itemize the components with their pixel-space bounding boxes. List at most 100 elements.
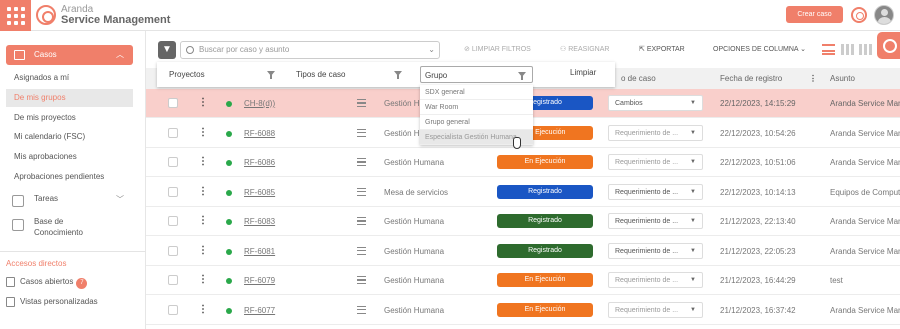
filter-toggle-button[interactable]: ▼	[158, 41, 176, 59]
clear-filters-button[interactable]: ⊘ LIMPIAR FILTROS	[464, 45, 531, 53]
filter-grupo[interactable]: Grupo	[420, 66, 533, 83]
search-input[interactable]: Buscar por caso y asunto ⌄	[180, 41, 440, 59]
table-row[interactable]: ⋮ RF-6081 Gestión Humana Registrado Requerim…	[146, 236, 900, 266]
row-menu-icon[interactable]: ⋮	[198, 186, 208, 198]
dropdown-option[interactable]: Grupo general	[420, 115, 533, 130]
row-menu-icon[interactable]: ⋮	[198, 245, 208, 257]
row-checkbox[interactable]	[168, 245, 178, 256]
grid-view-icon[interactable]	[841, 44, 854, 55]
sidebar-item-mis-aprobaciones[interactable]: Mis aprobaciones	[6, 148, 133, 166]
details-icon[interactable]	[357, 187, 366, 196]
sidebar-group-tareas[interactable]: Tareas ﹀	[6, 194, 133, 207]
case-type-value: Requerimiento de ...	[615, 188, 679, 196]
chevron-down-icon[interactable]: ⌄	[428, 42, 435, 58]
case-type-value: Requerimiento de ...	[615, 129, 679, 137]
table-row[interactable]: ⋮ RF-6079 Gestión Humana En Ejecución Requer…	[146, 266, 900, 295]
shortcut-vistas-personalizadas[interactable]: Vistas personalizadas	[6, 297, 98, 307]
row-menu-icon[interactable]: ⋮	[198, 127, 208, 139]
details-icon[interactable]	[357, 217, 366, 225]
case-id-link[interactable]: RF-6077	[244, 306, 275, 315]
row-checkbox[interactable]	[168, 127, 178, 138]
filter-proyectos[interactable]: Proyectos	[169, 66, 281, 83]
details-icon[interactable]	[357, 276, 366, 284]
case-id-link[interactable]: RF-6086	[244, 158, 275, 167]
column-header-registered[interactable]: Fecha de registro	[720, 74, 782, 83]
row-checkbox[interactable]	[168, 304, 178, 315]
filter-icon	[394, 71, 402, 79]
sidebar-item-aprobaciones-pendientes[interactable]: Aprobaciones pendientes	[6, 168, 133, 186]
sidebar-section-casos[interactable]: Casos ︿	[6, 45, 133, 65]
subject-cell: Arandа Service Management	[830, 128, 900, 138]
column-header-subject[interactable]: Asunto	[830, 74, 855, 83]
case-id-link[interactable]: RF-6088	[244, 129, 275, 138]
case-type-select[interactable]: Requerimiento de ... ▼	[608, 272, 703, 288]
filter-clear-button[interactable]: Limpiar	[570, 68, 596, 77]
column-options-button[interactable]: OPCIONES DE COLUMNA ⌄	[713, 45, 806, 53]
case-type-select[interactable]: Requerimiento de ... ▼	[608, 183, 703, 200]
status-dot	[226, 307, 232, 314]
details-icon[interactable]	[357, 158, 366, 166]
board-view-icon[interactable]	[859, 44, 872, 55]
apps-grid-icon[interactable]	[0, 0, 31, 31]
table-row[interactable]: ⋮ RF-6086 Gestión Humana En Ejecución Requer…	[146, 148, 900, 177]
details-icon[interactable]	[357, 246, 366, 255]
case-id-link[interactable]: CH-8(d))	[244, 99, 275, 108]
assistant-tab-icon[interactable]	[877, 32, 900, 59]
row-checkbox[interactable]	[168, 98, 178, 108]
export-button[interactable]: ⇱ EXPORTAR	[639, 45, 685, 53]
sidebar-item-de-mis-proyectos[interactable]: De mis proyectos	[6, 109, 133, 127]
document-icon	[6, 277, 15, 287]
sidebar-group-knowledge-base[interactable]: Base de Conocimiento	[6, 216, 133, 238]
create-case-button[interactable]: Crear caso	[786, 6, 843, 23]
column-menu-icon[interactable]: ⋮	[809, 74, 817, 83]
row-checkbox[interactable]	[168, 186, 178, 197]
details-icon[interactable]	[357, 305, 366, 314]
case-id-link[interactable]: RF-6081	[244, 247, 275, 256]
status-dot	[226, 101, 232, 107]
details-icon[interactable]	[357, 128, 366, 137]
row-menu-icon[interactable]: ⋮	[198, 304, 208, 316]
reassign-button[interactable]: ⚇ REASIGNAR	[560, 45, 609, 53]
sidebar-item-mi-calendario[interactable]: Mi calendario (FSC)	[6, 128, 133, 146]
sidebar-group-label: Tareas	[34, 194, 59, 203]
row-menu-icon[interactable]: ⋮	[198, 274, 208, 286]
case-type-select[interactable]: Requerimiento de ... ▼	[608, 242, 703, 259]
case-type-select[interactable]: Requerimiento de ... ▼	[608, 154, 703, 170]
row-checkbox[interactable]	[168, 216, 178, 226]
case-id-link[interactable]: RF-6085	[244, 188, 275, 197]
case-type-select[interactable]: Requerimiento de ... ▼	[608, 301, 703, 318]
row-menu-icon[interactable]: ⋮	[198, 97, 208, 109]
table-row[interactable]: ⋮ RF-6083 Gestión Humana Registrado Requerim…	[146, 207, 900, 236]
dropdown-option[interactable]: War Room	[420, 100, 533, 115]
case-type-select[interactable]: Cambios ▼	[608, 95, 703, 111]
filter-tipos-caso[interactable]: Tipos de caso	[296, 66, 408, 83]
avatar[interactable]	[874, 5, 894, 25]
registered-date: 21/12/2023, 22:05:23	[720, 246, 796, 256]
sidebar-item-de-mis-grupos[interactable]: De mis grupos	[6, 89, 133, 107]
grupo-dropdown-list: SDX general War Room Grupo general Espec…	[420, 85, 533, 145]
column-header-state[interactable]: o de caso	[621, 74, 656, 83]
registered-date: 22/12/2023, 14:15:29	[720, 99, 796, 108]
gear-icon[interactable]	[851, 7, 867, 23]
row-menu-icon[interactable]: ⋮	[198, 156, 208, 168]
dropdown-option[interactable]: SDX general	[420, 85, 533, 100]
case-type-select[interactable]: Requerimiento de ... ▼	[608, 124, 703, 141]
status-dot	[226, 189, 232, 196]
shortcut-casos-abiertos[interactable]: Casos abiertos 7	[6, 277, 88, 289]
table-row[interactable]: ⋮ RF-6077 Gestión Humana En Ejecución Requer…	[146, 295, 900, 325]
status-badge: En Ejecución	[497, 273, 593, 287]
table-row[interactable]: ⋮ RF-6085 Mesa de servicios Registrado Reque…	[146, 177, 900, 207]
case-id-link[interactable]: RF-6083	[244, 217, 275, 226]
row-checkbox[interactable]	[168, 275, 178, 285]
details-icon[interactable]	[357, 99, 366, 107]
app-header: Aranda Service Management Crear caso	[0, 0, 900, 31]
sidebar: Casos ︿ Asignados a mí De mis grupos De …	[0, 31, 146, 329]
case-id-link[interactable]: RF-6079	[244, 276, 275, 285]
case-type-select[interactable]: Requerimiento de ... ▼	[608, 213, 703, 229]
product-name: Service Management	[61, 14, 171, 26]
row-menu-icon[interactable]: ⋮	[198, 215, 208, 227]
list-view-icon[interactable]	[822, 44, 835, 55]
group-cell: Gestión Humana	[384, 276, 445, 285]
sidebar-item-asignados[interactable]: Asignados a mí	[6, 69, 133, 87]
row-checkbox[interactable]	[168, 157, 178, 167]
